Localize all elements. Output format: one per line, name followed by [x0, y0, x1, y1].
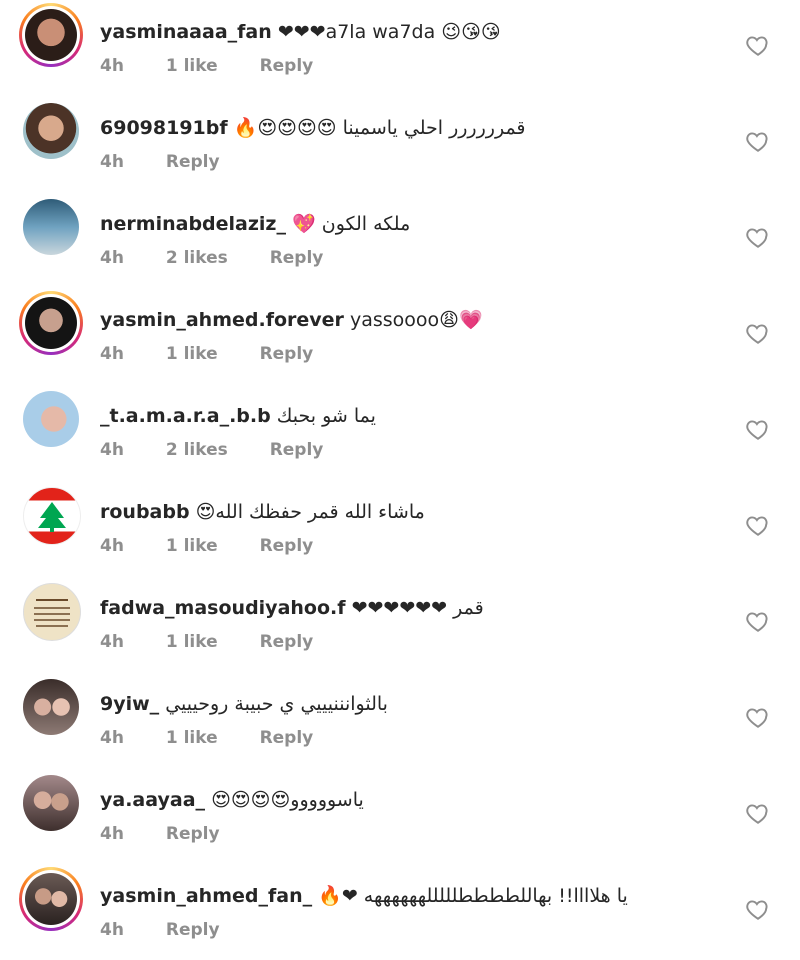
timestamp: 4h [100, 920, 124, 940]
timestamp: 4h [100, 728, 124, 748]
timestamp: 4h [100, 248, 124, 268]
username[interactable]: 9yiw_ [100, 693, 159, 715]
comment-text: بالثوانننيييي ي حبيبة روحيييي [165, 693, 388, 715]
reply-button[interactable]: Reply [260, 56, 314, 76]
reply-button[interactable]: Reply [166, 152, 220, 172]
avatar[interactable] [19, 675, 83, 739]
comment-text: قمر ❤❤❤❤❤❤ [351, 597, 484, 619]
reply-button[interactable]: Reply [270, 248, 324, 268]
reply-button[interactable]: Reply [260, 728, 314, 748]
cedar-icon [38, 502, 66, 532]
timestamp: 4h [100, 440, 124, 460]
comment-row: 9yiw_ بالثوانننيييي ي حبيبة روحيييي 4h 1… [0, 672, 800, 768]
comment-row: roubabb ماشاء الله قمر حفظك الله😍 4h 1 l… [0, 480, 800, 576]
username[interactable]: nerminabdelaziz_ [100, 213, 286, 235]
reply-button[interactable]: Reply [260, 536, 314, 556]
timestamp: 4h [100, 824, 124, 844]
heart-outline-icon[interactable] [745, 800, 771, 826]
username[interactable]: yasmin_ahmed_fan_ [100, 885, 312, 907]
likes-count[interactable]: 1 like [166, 728, 218, 748]
heart-outline-icon[interactable] [745, 224, 771, 250]
comment-text: يما شو بحبك [276, 405, 376, 427]
heart-outline-icon[interactable] [745, 608, 771, 634]
username[interactable]: yasmin_ahmed.forever [100, 309, 344, 331]
heart-outline-icon[interactable] [745, 32, 771, 58]
comment-text: يا هلاااا!! بهاللططططلللللههههههه ❤🔥 [318, 885, 628, 907]
reply-button[interactable]: Reply [166, 920, 220, 940]
username[interactable]: roubabb [100, 501, 190, 523]
timestamp: 4h [100, 56, 124, 76]
comment-text: ماشاء الله قمر حفظك الله😍 [195, 501, 425, 523]
reply-button[interactable]: Reply [270, 440, 324, 460]
handwritten-note-image [34, 599, 70, 627]
username[interactable]: 69098191bf [100, 117, 228, 139]
heart-outline-icon[interactable] [745, 320, 771, 346]
avatar[interactable] [19, 387, 83, 451]
timestamp: 4h [100, 344, 124, 364]
comment-row: yasmin_ahmed.forever yassoooo😩💗 4h 1 lik… [0, 288, 800, 384]
avatar[interactable] [19, 3, 83, 67]
timestamp: 4h [100, 152, 124, 172]
timestamp: 4h [100, 632, 124, 652]
reply-button[interactable]: Reply [260, 344, 314, 364]
reply-button[interactable]: Reply [260, 632, 314, 652]
comment-text: قمرررررر احلي ياسمينا 😍😍😍😍🔥 [233, 117, 526, 139]
likes-count[interactable]: 2 likes [166, 248, 228, 268]
avatar[interactable] [19, 99, 83, 163]
comment-row: yasminaaaa_fan ❤❤❤a7la wa7da 😉😘😘 4h 1 li… [0, 0, 800, 96]
avatar[interactable] [19, 771, 83, 835]
avatar[interactable] [19, 291, 83, 355]
username[interactable]: ya.aayaa_ [100, 789, 205, 811]
comment-text: yassoooo😩💗 [349, 309, 483, 331]
comments-list: yasminaaaa_fan ❤❤❤a7la wa7da 😉😘😘 4h 1 li… [0, 0, 800, 946]
avatar[interactable] [19, 867, 83, 931]
heart-outline-icon[interactable] [745, 896, 771, 922]
likes-count[interactable]: 1 like [166, 56, 218, 76]
avatar[interactable] [19, 579, 83, 643]
username[interactable]: yasminaaaa_fan [100, 21, 272, 43]
comment-row: 69098191bf قمرررررر احلي ياسمينا 😍😍😍😍🔥 4… [0, 96, 800, 192]
heart-outline-icon[interactable] [745, 704, 771, 730]
heart-outline-icon[interactable] [745, 416, 771, 442]
likes-count[interactable]: 1 like [166, 632, 218, 652]
comment-text: ملكه الكون 💖 [292, 213, 411, 235]
likes-count[interactable]: 1 like [166, 344, 218, 364]
avatar[interactable] [19, 483, 83, 547]
heart-outline-icon[interactable] [745, 512, 771, 538]
reply-button[interactable]: Reply [166, 824, 220, 844]
comment-row: ya.aayaa_ ياسووووو😍😍😍😍 4h Reply [0, 768, 800, 864]
comment-row: _t.a.m.a.r.a_.b.b يما شو بحبك 4h 2 likes… [0, 384, 800, 480]
heart-outline-icon[interactable] [745, 128, 771, 154]
username[interactable]: fadwa_masoudiyahoo.f [100, 597, 346, 619]
likes-count[interactable]: 1 like [166, 536, 218, 556]
likes-count[interactable]: 2 likes [166, 440, 228, 460]
comment-text: ياسووووو😍😍😍😍 [211, 789, 364, 811]
timestamp: 4h [100, 536, 124, 556]
comment-row: nerminabdelaziz_ ملكه الكون 💖 4h 2 likes… [0, 192, 800, 288]
avatar[interactable] [19, 195, 83, 259]
comment-text: ❤❤❤a7la wa7da 😉😘😘 [277, 21, 501, 43]
comment-row: fadwa_masoudiyahoo.f قمر ❤❤❤❤❤❤ 4h 1 lik… [0, 576, 800, 672]
username[interactable]: _t.a.m.a.r.a_.b.b [100, 405, 271, 427]
